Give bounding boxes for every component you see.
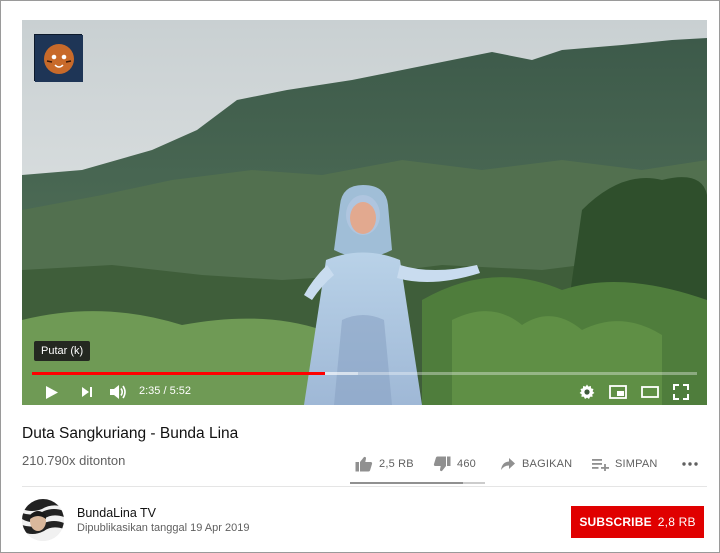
thumbs-up-icon: [355, 456, 373, 472]
channel-avatar[interactable]: [22, 499, 64, 541]
channel-name[interactable]: BundaLina TV: [77, 506, 156, 520]
next-button[interactable]: [76, 381, 98, 403]
time-display: 2:35 / 5:52: [139, 385, 191, 397]
settings-button[interactable]: [576, 381, 598, 403]
playlist-add-icon: [592, 459, 609, 471]
channel-watermark-logo[interactable]: [34, 34, 83, 82]
more-dots-icon: [682, 462, 698, 466]
play-button[interactable]: [41, 381, 63, 403]
theater-icon: [641, 386, 659, 398]
save-label: SIMPAN: [615, 458, 658, 470]
volume-icon: [110, 385, 126, 399]
theater-mode-button[interactable]: [639, 381, 661, 403]
like-count: 2,5 RB: [379, 458, 414, 470]
volume-button[interactable]: [107, 381, 129, 403]
avatar-image: [22, 499, 64, 541]
progress-fill: [32, 372, 325, 375]
fullscreen-button[interactable]: [670, 381, 692, 403]
video-title: Duta Sangkuriang - Bunda Lina: [22, 425, 239, 442]
share-button[interactable]: BAGIKAN: [500, 453, 572, 475]
settings-icon: [579, 384, 595, 399]
progress-bar[interactable]: [32, 372, 697, 375]
thumbs-down-icon: [433, 456, 451, 472]
divider: [22, 486, 707, 487]
subscriber-count: 2,8 RB: [657, 515, 696, 529]
publish-date: Dipublikasikan tanggal 19 Apr 2019: [77, 522, 250, 534]
subscribe-label: SUBSCRIBE: [579, 515, 652, 529]
time-current: 2:35: [139, 385, 161, 397]
miniplayer-icon: [609, 385, 627, 399]
play-tooltip: Putar (k): [34, 341, 91, 361]
time-total: 5:52: [169, 385, 192, 397]
share-arrow-icon: [501, 458, 515, 470]
view-count: 210.790x ditonton: [22, 453, 126, 468]
video-frame: [22, 20, 707, 405]
tiger-logo-icon: [35, 35, 83, 82]
play-icon: [46, 385, 58, 399]
like-sentiment-fill: [350, 482, 464, 484]
miniplayer-button[interactable]: [607, 381, 629, 403]
next-icon: [82, 387, 92, 397]
save-button[interactable]: SIMPAN: [592, 453, 658, 475]
time-separator: /: [160, 385, 170, 397]
page-frame: Putar (k) 2:35 / 5:52 Duta Sangkuriang -…: [0, 0, 720, 553]
fullscreen-icon: [673, 384, 689, 400]
like-button[interactable]: 2,5 RB: [355, 453, 414, 475]
subscribe-button[interactable]: SUBSCRIBE 2,8 RB: [571, 506, 704, 538]
video-player[interactable]: Putar (k) 2:35 / 5:52: [22, 20, 707, 405]
dislike-button[interactable]: 460: [433, 453, 476, 475]
share-label: BAGIKAN: [522, 458, 573, 470]
player-controls: 2:35 / 5:52: [22, 378, 707, 405]
dislike-count: 460: [457, 458, 476, 470]
like-sentiment-bar: [350, 482, 485, 484]
more-actions-button[interactable]: [682, 453, 698, 475]
